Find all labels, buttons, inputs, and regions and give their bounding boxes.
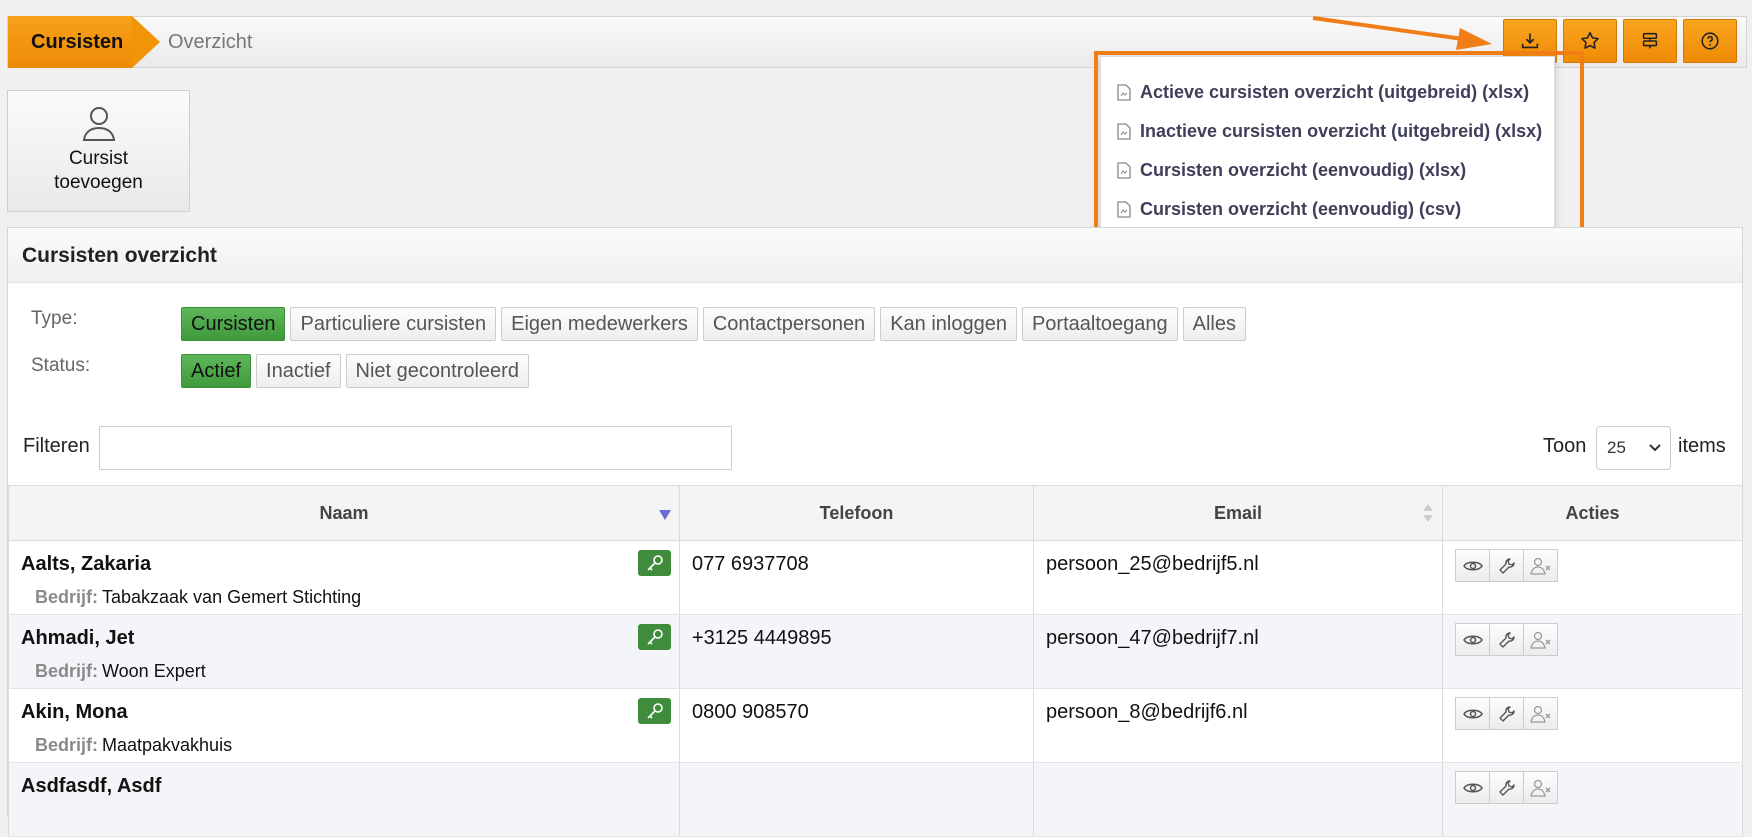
edit-button[interactable] — [1489, 623, 1524, 656]
deactivate-user-button[interactable] — [1523, 623, 1558, 656]
phone-value: 077 6937708 — [692, 553, 809, 575]
table-row: Asdfasdf, Asdf — [8, 762, 1743, 837]
user-remove-icon — [1529, 557, 1550, 575]
help-button[interactable] — [1683, 19, 1737, 63]
type-label: Type: — [31, 308, 78, 329]
key-icon — [646, 703, 663, 719]
company-name: Maatpakvakhuis — [102, 735, 233, 755]
view-button[interactable] — [1455, 549, 1490, 582]
student-name[interactable]: Akin, Mona — [21, 701, 128, 724]
edit-button[interactable] — [1489, 771, 1524, 804]
wrench-icon — [1498, 705, 1515, 722]
add-student-line1: Cursist — [68, 148, 129, 169]
sort-desc-icon — [659, 510, 671, 520]
student-name[interactable]: Aalts, Zakaria — [21, 553, 151, 576]
panel-title: Cursisten overzicht — [8, 228, 1742, 283]
phone-value: 0800 908570 — [692, 701, 809, 723]
add-student-line2: toevoegen — [54, 172, 143, 193]
annotation-arrow — [1312, 16, 1492, 50]
table-row: Aalts, Zakaria Bedrijf: Tabakzaak van Gem… — [8, 540, 1743, 615]
breadcrumb-cursisten[interactable]: Cursisten — [8, 16, 132, 68]
sort-icon — [1423, 504, 1433, 522]
company-line: Bedrijf: Tabakzaak van Gemert Stichting — [35, 587, 362, 607]
row-actions — [1455, 549, 1558, 582]
company-name: Woon Expert — [102, 661, 206, 681]
login-key-button[interactable] — [638, 698, 671, 724]
deactivate-user-button[interactable] — [1523, 771, 1558, 804]
type-filter-chips: Cursisten Particuliere cursisten Eigen m… — [181, 307, 1246, 341]
wrench-icon — [1498, 631, 1515, 648]
user-remove-icon — [1529, 631, 1550, 649]
student-name[interactable]: Asdfasdf, Asdf — [21, 775, 161, 798]
column-header-naam[interactable]: Naam — [8, 485, 680, 541]
key-icon — [646, 629, 663, 645]
type-chip-alles[interactable]: Alles — [1182, 307, 1246, 341]
email-value: persoon_8@bedrijf6.nl — [1046, 701, 1248, 723]
breadcrumb-arrow — [132, 16, 160, 68]
eye-icon — [1462, 561, 1483, 570]
star-icon — [1581, 31, 1599, 49]
type-chip-contactpersonen[interactable]: Contactpersonen — [702, 307, 876, 341]
view-button[interactable] — [1455, 771, 1490, 804]
type-chip-portaaltoegang[interactable]: Portaaltoegang — [1021, 307, 1178, 341]
status-label: Status: — [31, 355, 91, 376]
email-value: persoon_25@bedrijf5.nl — [1046, 553, 1259, 575]
add-student-button[interactable]: Cursist toevoegen — [7, 90, 190, 212]
column-header-email[interactable]: Email — [1033, 485, 1443, 541]
layout-button[interactable] — [1623, 19, 1677, 63]
items-label: items — [1678, 435, 1726, 457]
deactivate-user-button[interactable] — [1523, 549, 1558, 582]
eye-icon — [1462, 635, 1483, 644]
email-value: persoon_47@bedrijf7.nl — [1046, 627, 1259, 649]
row-actions — [1455, 771, 1558, 804]
type-chip-eigen-medewerkers[interactable]: Eigen medewerkers — [501, 307, 698, 341]
help-icon — [1701, 32, 1719, 50]
company-line: Bedrijf: Woon Expert — [35, 661, 206, 681]
students-table: Naam Telefoon Email Acties Aalts, Zakari… — [8, 485, 1743, 837]
user-remove-icon — [1529, 705, 1550, 723]
login-key-button[interactable] — [638, 550, 671, 576]
filter-label: Filteren — [23, 435, 90, 457]
type-chip-particuliere[interactable]: Particuliere cursisten — [290, 307, 497, 341]
wrench-icon — [1498, 557, 1515, 574]
page-size-select[interactable]: 25 — [1596, 426, 1671, 470]
login-key-button[interactable] — [638, 624, 671, 650]
table-row: Akin, Mona Bedrijf: Maatpakvakhuis 0800 9… — [8, 688, 1743, 763]
eye-icon — [1462, 709, 1483, 718]
column-header-acties: Acties — [1442, 485, 1743, 541]
breadcrumb-overzicht: Overzicht — [168, 31, 253, 53]
table-row: Ahmadi, Jet Bedrijf: Woon Expert +3125 44… — [8, 614, 1743, 689]
page-size-value: 25 — [1607, 438, 1626, 457]
download-icon — [1521, 33, 1539, 49]
column-header-telefoon[interactable]: Telefoon — [679, 485, 1034, 541]
type-chip-kan-inloggen[interactable]: Kan inloggen — [880, 307, 1017, 341]
company-name: Tabakzaak van Gemert Stichting — [102, 587, 362, 607]
view-button[interactable] — [1455, 697, 1490, 730]
user-remove-icon — [1529, 779, 1550, 797]
chevron-down-icon — [1649, 444, 1661, 452]
show-label: Toon — [1543, 435, 1587, 457]
eye-icon — [1462, 783, 1483, 792]
status-filter-chips: Actief Inactief Niet gecontroleerd — [181, 354, 529, 388]
company-line: Bedrijf: Maatpakvakhuis — [35, 735, 233, 755]
row-actions — [1455, 697, 1558, 730]
layout-icon — [1642, 32, 1658, 49]
key-icon — [646, 555, 663, 571]
type-chip-cursisten[interactable]: Cursisten — [181, 307, 286, 341]
status-chip-niet-gecontroleerd[interactable]: Niet gecontroleerd — [345, 354, 529, 388]
edit-button[interactable] — [1489, 549, 1524, 582]
status-chip-inactief[interactable]: Inactief — [256, 354, 341, 388]
status-chip-actief[interactable]: Actief — [181, 354, 252, 388]
students-overview-panel: Cursisten overzicht Type: Cursisten Part… — [7, 227, 1743, 837]
wrench-icon — [1498, 779, 1515, 796]
row-actions — [1455, 623, 1558, 656]
deactivate-user-button[interactable] — [1523, 697, 1558, 730]
user-icon — [82, 107, 115, 141]
phone-value: +3125 4449895 — [692, 627, 832, 649]
student-name[interactable]: Ahmadi, Jet — [21, 627, 134, 650]
filter-input[interactable] — [99, 426, 732, 470]
view-button[interactable] — [1455, 623, 1490, 656]
edit-button[interactable] — [1489, 697, 1524, 730]
